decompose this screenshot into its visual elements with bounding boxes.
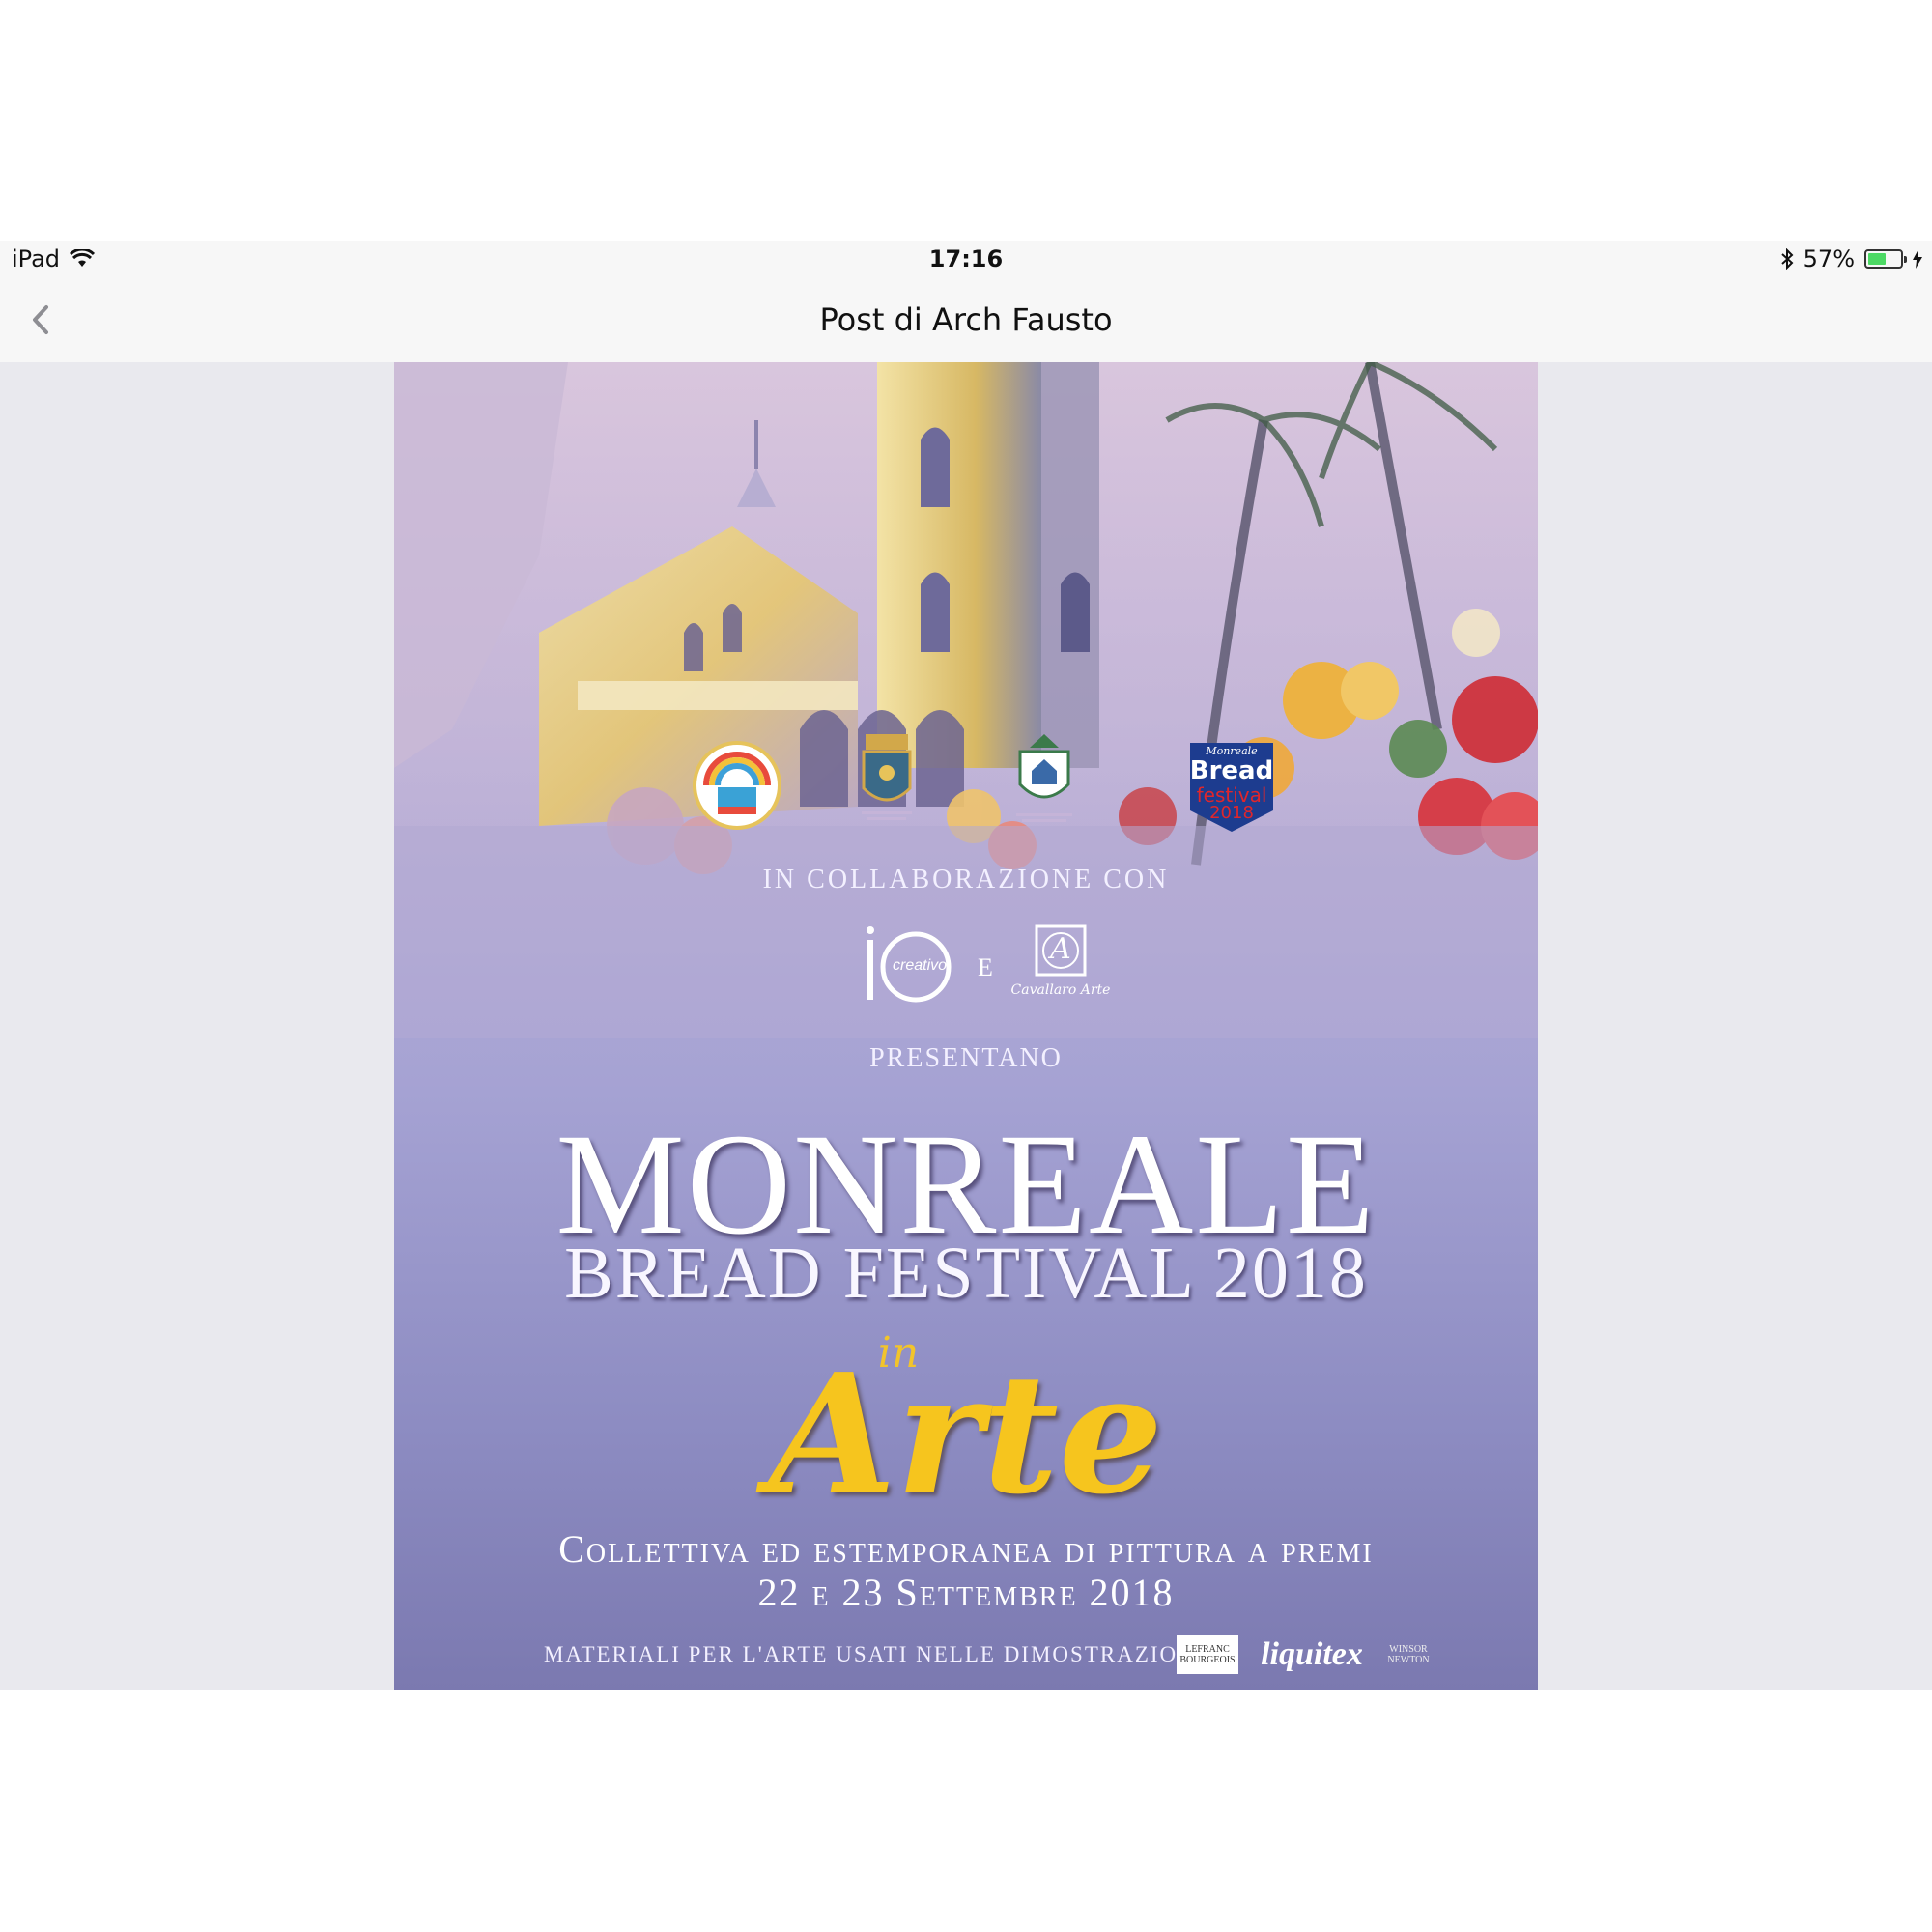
materials-text: MATERIALI PER L'ARTE USATI NELLE DIMOSTR… (544, 1642, 1206, 1666)
post-image[interactable]: Monreale Bread festival 2018 IN COLLABOR… (394, 362, 1538, 1690)
battery-fill (1868, 253, 1886, 265)
arte-word: Arte (768, 1338, 1164, 1531)
cavallaro-arte-logo: A Cavallaro Arte (1003, 923, 1119, 1009)
bread-logo-line4: 2018 (1209, 803, 1254, 823)
navigation-bar: Post di Arch Fausto (0, 278, 1932, 362)
status-right: 57% (1780, 245, 1922, 272)
bread-festival-logo: Monreale Bread festival 2018 (1186, 739, 1277, 836)
event-dates: 22 e 23 Settembre 2018 (757, 1571, 1175, 1614)
nav-title: Post di Arch Fausto (819, 301, 1113, 338)
cavallaro-letter: A (1050, 932, 1071, 966)
lefranc-line2: BOURGEOIS (1179, 1655, 1236, 1665)
event-description: Collettiva ed estemporanea di pittura a … (558, 1527, 1374, 1571)
lefranc-bourgeois-logo: LEFRANC BOURGEOIS (1177, 1635, 1238, 1674)
winsor-line2: NEWTON (1387, 1655, 1430, 1665)
and-connector: E (978, 953, 993, 981)
winsor-line1: WINSOR (1389, 1644, 1428, 1655)
liquitex-logo: liquitex (1261, 1636, 1363, 1672)
arcidiocesi-crest (1016, 734, 1072, 822)
aim-logo (693, 741, 781, 830)
status-bar: iPad 17:16 57% (0, 242, 1932, 278)
io-creativo-logo: creativo (858, 923, 974, 1009)
comune-monreale-crest (862, 734, 912, 820)
presentano-text: PRESENTANO (869, 1043, 1063, 1073)
cavallaro-name: Cavallaro Arte (1010, 982, 1111, 998)
bluetooth-icon (1780, 248, 1794, 270)
collaboration-text: IN COLLABORAZIONE CON (762, 865, 1170, 895)
lefranc-line1: LEFRANC (1185, 1644, 1230, 1655)
charging-icon (1913, 249, 1922, 269)
bread-logo-line2: Bread (1189, 756, 1274, 785)
poster-subtitle: BREAD FESTIVAL 2018 (564, 1233, 1368, 1314)
winsor-newton-logo: WINSOR NEWTON (1379, 1635, 1437, 1674)
status-time: 17:16 (928, 245, 1004, 272)
battery-icon (1864, 249, 1907, 269)
battery-percent: 57% (1803, 245, 1855, 272)
io-creativo-text: creativo (893, 957, 948, 974)
